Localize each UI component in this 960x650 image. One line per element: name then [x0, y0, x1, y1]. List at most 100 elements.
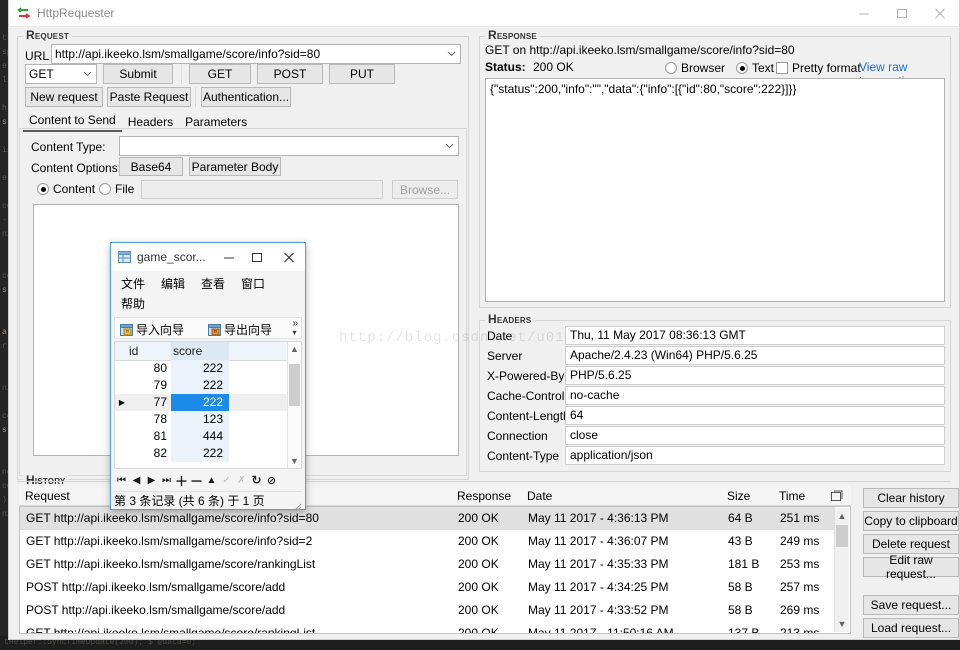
- new-request-button[interactable]: New request: [25, 87, 103, 107]
- grid-scrollbar-thumb[interactable]: [289, 364, 300, 406]
- history-col-date[interactable]: Date: [527, 486, 552, 506]
- chevron-down-icon[interactable]: [83, 69, 92, 78]
- grid-row[interactable]: 80222: [115, 360, 288, 377]
- grid-cell-score[interactable]: 123: [171, 411, 229, 428]
- grid-row[interactable]: ▶77222: [115, 394, 288, 411]
- chevron-overflow-icon[interactable]: »▾: [292, 318, 298, 337]
- stop-icon[interactable]: ⊘: [264, 472, 279, 488]
- grid-cell-id[interactable]: 79: [129, 377, 167, 394]
- export-wizard-button[interactable]: 导出向导: [208, 321, 272, 338]
- dialog-maximize-icon[interactable]: [243, 243, 271, 271]
- grid-row[interactable]: 82222: [115, 445, 288, 462]
- last-record-icon[interactable]: ⏭: [159, 472, 174, 488]
- menu-window[interactable]: 窗口: [241, 275, 265, 292]
- history-col-request[interactable]: Request: [25, 486, 70, 506]
- text-view-radio[interactable]: Text: [736, 61, 774, 75]
- grid-scroll-down-icon[interactable]: ▼: [288, 454, 301, 468]
- maximize-icon[interactable]: [883, 0, 921, 26]
- grid-cell-id[interactable]: 81: [129, 428, 167, 445]
- resize-grip-icon[interactable]: [293, 499, 302, 508]
- previous-record-icon[interactable]: ◀: [129, 472, 144, 488]
- method-select[interactable]: GET: [25, 64, 97, 84]
- clear-history-button[interactable]: Clear history: [863, 488, 959, 508]
- history-col-time[interactable]: Time: [779, 486, 805, 506]
- history-row[interactable]: POST http://api.ikeeko.lsm/smallgame/sco…: [20, 599, 835, 622]
- grid-cell-score[interactable]: 222: [171, 360, 229, 377]
- dialog-close-icon[interactable]: [275, 243, 303, 271]
- grid-scrollbar[interactable]: ▲ ▼: [287, 342, 301, 468]
- close-icon[interactable]: [921, 0, 959, 26]
- chevron-down-icon[interactable]: [445, 141, 454, 150]
- paste-request-button[interactable]: Paste Request: [107, 87, 191, 107]
- submit-button[interactable]: Submit: [103, 64, 173, 84]
- header-value[interactable]: PHP/5.6.25: [565, 366, 945, 385]
- header-value[interactable]: close: [565, 426, 945, 445]
- add-record-icon[interactable]: ＋: [174, 472, 189, 488]
- next-record-icon[interactable]: ▶: [144, 472, 159, 488]
- grid-cell-id[interactable]: 80: [129, 360, 167, 377]
- sort-record-icon[interactable]: ▲: [204, 472, 219, 488]
- browse-button[interactable]: Browse...: [392, 180, 458, 199]
- column-chooser-icon[interactable]: [831, 490, 843, 504]
- file-radio[interactable]: File: [99, 182, 134, 196]
- edit-raw-request-button[interactable]: Edit raw request...: [863, 557, 959, 577]
- delete-record-icon[interactable]: －: [189, 472, 204, 488]
- history-scrollbar[interactable]: ▲ ▼: [834, 508, 849, 632]
- header-value[interactable]: no-cache: [565, 386, 945, 405]
- history-row[interactable]: GET http://api.ikeeko.lsm/smallgame/scor…: [20, 622, 835, 634]
- url-input[interactable]: http://api.ikeeko.lsm/smallgame/score/in…: [51, 44, 461, 64]
- history-row[interactable]: GET http://api.ikeeko.lsm/smallgame/scor…: [20, 507, 835, 530]
- menu-edit[interactable]: 编辑: [161, 275, 185, 292]
- grid-scroll-up-icon[interactable]: ▲: [288, 342, 301, 356]
- response-body-box[interactable]: {"status":200,"info":"","data":{"info":[…: [485, 78, 945, 302]
- scroll-down-icon[interactable]: ▼: [835, 616, 849, 632]
- grid-cell-id[interactable]: 82: [129, 445, 167, 462]
- grid-col-score[interactable]: score: [173, 342, 202, 360]
- history-row[interactable]: GET http://api.ikeeko.lsm/smallgame/scor…: [20, 553, 835, 576]
- header-value[interactable]: application/json: [565, 446, 945, 465]
- grid-row[interactable]: 79222: [115, 377, 288, 394]
- menu-help[interactable]: 帮助: [121, 295, 145, 312]
- records-grid[interactable]: id score 8022279222▶77222781238144482222…: [114, 341, 302, 469]
- post-button[interactable]: POST: [257, 64, 323, 84]
- copy-to-clipboard-button[interactable]: Copy to clipboard: [863, 511, 959, 531]
- menu-file[interactable]: 文件: [121, 275, 145, 292]
- base64-button[interactable]: Base64: [119, 157, 183, 176]
- pretty-format-checkbox[interactable]: Pretty format: [776, 61, 861, 75]
- browser-view-radio[interactable]: Browser: [665, 61, 725, 75]
- grid-row[interactable]: 78123: [115, 411, 288, 428]
- history-row[interactable]: GET http://api.ikeeko.lsm/smallgame/scor…: [20, 530, 835, 553]
- menu-view[interactable]: 查看: [201, 275, 225, 292]
- grid-row[interactable]: 81444: [115, 428, 288, 445]
- grid-col-id[interactable]: id: [129, 342, 138, 360]
- header-value[interactable]: Apache/2.4.23 (Win64) PHP/5.6.25: [565, 346, 945, 365]
- header-value[interactable]: 64: [565, 406, 945, 425]
- scrollbar-thumb[interactable]: [836, 525, 848, 547]
- get-button[interactable]: GET: [189, 64, 251, 84]
- file-path-input[interactable]: [141, 180, 383, 199]
- refresh-icon[interactable]: ↻: [249, 472, 264, 488]
- apply-edit-icon[interactable]: ✓: [219, 472, 234, 488]
- grid-cell-score[interactable]: 444: [171, 428, 229, 445]
- cancel-edit-icon[interactable]: ✗: [234, 472, 249, 488]
- import-wizard-button[interactable]: 导入向导: [120, 321, 184, 338]
- minimize-icon[interactable]: [845, 0, 883, 26]
- history-col-response[interactable]: Response: [457, 486, 511, 506]
- content-radio[interactable]: Content: [37, 182, 95, 196]
- content-type-input[interactable]: [119, 136, 459, 156]
- grid-cell-score[interactable]: 222: [171, 394, 229, 411]
- grid-cell-id[interactable]: 77: [129, 394, 167, 411]
- delete-request-button[interactable]: Delete request: [863, 534, 959, 554]
- load-request-button[interactable]: Load request...: [863, 618, 959, 638]
- parameter-body-button[interactable]: Parameter Body: [189, 157, 281, 176]
- history-list[interactable]: GET http://api.ikeeko.lsm/smallgame/scor…: [19, 506, 851, 634]
- authentication-button[interactable]: Authentication...: [201, 87, 291, 107]
- grid-cell-id[interactable]: 78: [129, 411, 167, 428]
- grid-cell-score[interactable]: 222: [171, 445, 229, 462]
- scroll-up-icon[interactable]: ▲: [835, 508, 849, 524]
- first-record-icon[interactable]: ⏮: [114, 472, 129, 488]
- header-value[interactable]: Thu, 11 May 2017 08:36:13 GMT: [565, 326, 945, 345]
- chevron-down-icon[interactable]: [447, 49, 456, 58]
- grid-cell-score[interactable]: 222: [171, 377, 229, 394]
- history-row[interactable]: POST http://api.ikeeko.lsm/smallgame/sco…: [20, 576, 835, 599]
